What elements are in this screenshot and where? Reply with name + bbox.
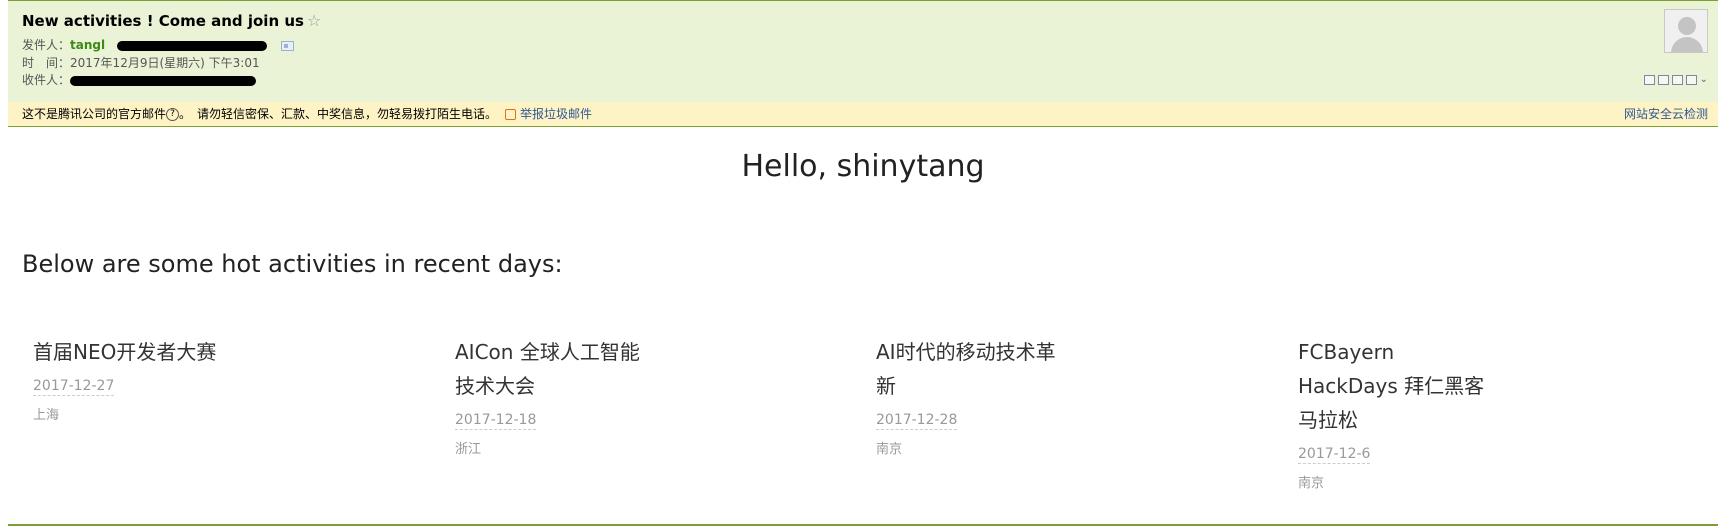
warning-text: 这不是腾讯公司的官方邮件?。 请勿轻信密保、汇款、中奖信息，勿轻易拨打陌生电话。 — [22, 102, 497, 126]
from-row: 发件人：tangl — [22, 36, 294, 53]
activity-date: 2017-12-28 — [876, 412, 958, 430]
subject-text: New activities ! Come and join us — [22, 12, 304, 30]
print-icon[interactable] — [1685, 75, 1697, 85]
archive-icon[interactable] — [1671, 75, 1683, 85]
chevron-down-icon[interactable]: ⌄ — [1700, 75, 1708, 85]
intro-text: Below are some hot activities in recent … — [22, 250, 563, 278]
activity-date: 2017-12-18 — [455, 412, 537, 430]
mail-subject: New activities ! Come and join us ☆ — [22, 11, 321, 30]
star-icon[interactable]: ☆ — [307, 11, 321, 30]
activity-date: 2017-12-6 — [1298, 446, 1371, 464]
avatar-icon[interactable] — [1664, 9, 1708, 53]
activity-card[interactable]: AICon 全球人工智能技术大会 2017-12-18 浙江 — [455, 335, 645, 457]
redacted-email — [116, 40, 267, 51]
time-value: 2017年12月9日(星期六) 下午3:01 — [70, 56, 260, 70]
to-label: 收件人： — [22, 73, 71, 87]
report-label: 举报垃圾邮件 — [520, 107, 593, 121]
activity-place: 上海 — [33, 408, 60, 423]
greeting: Hello, shinytang — [741, 149, 985, 184]
cloud-check-link[interactable]: 网站安全云检测 — [1624, 102, 1708, 126]
time-row: 时 间：2017年12月9日(星期六) 下午3:01 — [22, 54, 260, 71]
warning-notice: 这不是腾讯公司的官方邮件 — [22, 107, 167, 121]
activity-card[interactable]: FCBayern HackDays 拜仁黑客马拉松 2017-12-6 南京 — [1298, 335, 1488, 491]
activity-date: 2017-12-27 — [33, 378, 115, 396]
time-label: 时 间： — [22, 56, 71, 70]
redacted-recipient — [70, 75, 257, 86]
help-icon[interactable]: ? — [166, 108, 180, 121]
security-warning-bar: 这不是腾讯公司的官方邮件?。 请勿轻信密保、汇款、中奖信息，勿轻易拨打陌生电话。… — [8, 102, 1718, 126]
activity-title[interactable]: AI时代的移动技术革新 — [876, 335, 1061, 403]
activity-place: 浙江 — [455, 442, 482, 457]
mail-tools: ⌄ — [1643, 75, 1708, 85]
sender-name[interactable]: tangl — [70, 38, 105, 52]
report-spam-link[interactable]: 举报垃圾邮件 — [505, 102, 592, 126]
warning-advice: 。 请勿轻信密保、汇款、中奖信息，勿轻易拨打陌生电话。 — [179, 107, 498, 121]
from-label: 发件人： — [22, 38, 71, 52]
activity-card[interactable]: 首届NEO开发者大赛 2017-12-27 上海 — [33, 335, 233, 423]
mail-body: Hello, shinytang Below are some hot acti… — [8, 127, 1718, 524]
activity-card[interactable]: AI时代的移动技术革新 2017-12-28 南京 — [876, 335, 1061, 457]
to-row: 收件人： — [22, 71, 257, 88]
avatar-head — [1678, 17, 1696, 35]
contact-card-icon[interactable] — [280, 40, 294, 51]
mail-header: New activities ! Come and join us ☆ 发件人：t… — [8, 0, 1718, 102]
activity-place: 南京 — [876, 442, 903, 457]
activity-title[interactable]: AICon 全球人工智能技术大会 — [455, 335, 645, 403]
report-icon — [505, 109, 516, 120]
activity-title[interactable]: 首届NEO开发者大赛 — [33, 335, 233, 369]
activity-title[interactable]: FCBayern HackDays 拜仁黑客马拉松 — [1298, 335, 1488, 437]
avatar-body — [1671, 37, 1703, 52]
new-window-icon[interactable] — [1657, 75, 1669, 85]
activity-place: 南京 — [1298, 476, 1325, 491]
window-icon[interactable] — [1643, 75, 1655, 85]
